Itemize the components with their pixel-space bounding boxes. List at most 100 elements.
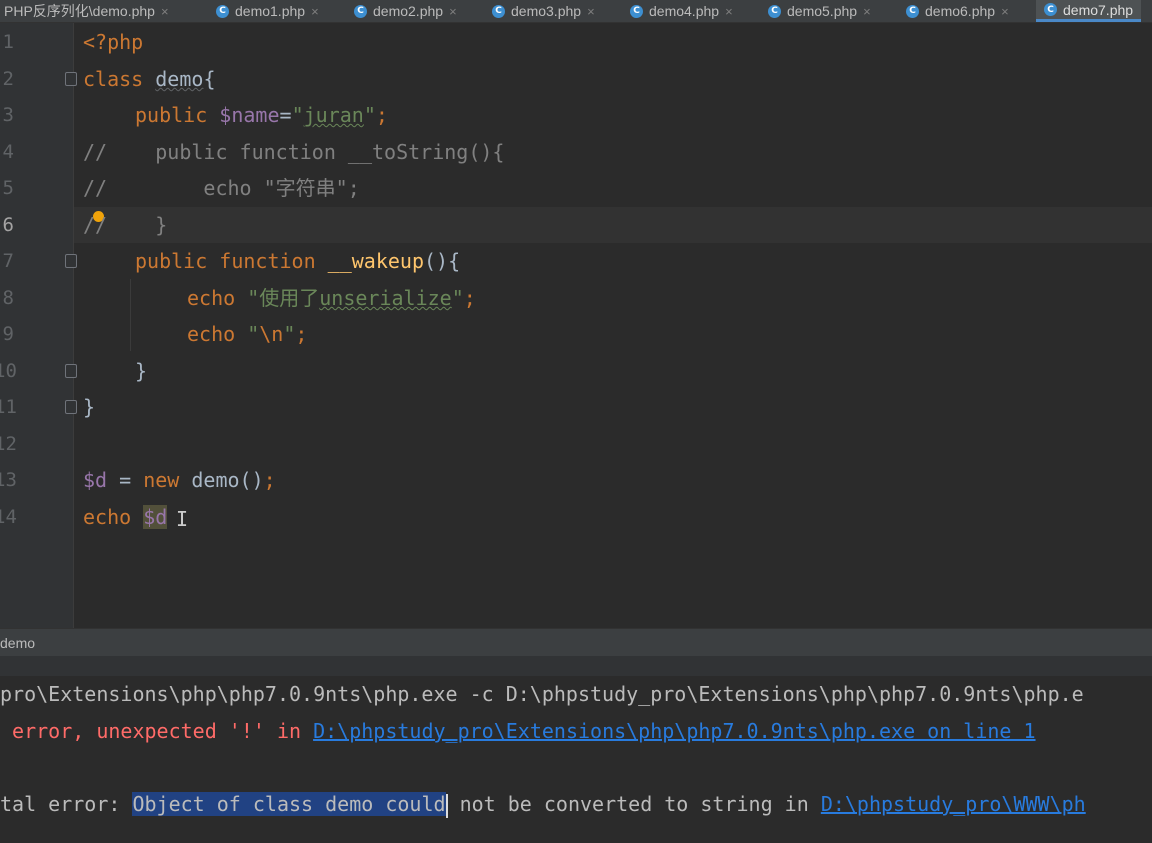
tab-label: demo6.php	[925, 3, 996, 19]
code-line-5-comment[interactable]: // echo "字符串";	[83, 170, 360, 206]
code-line-2[interactable]: class demo{	[83, 61, 215, 97]
php-class-icon: C	[906, 4, 919, 18]
tab-php-deserialize-demo[interactable]: PHP反序列化\demo.php ×	[4, 0, 169, 22]
code-line-3[interactable]: public $name="juran";	[135, 97, 388, 133]
tab-label: demo5.php	[787, 3, 858, 19]
string-quote: "	[247, 322, 260, 346]
variable: $d	[83, 468, 108, 492]
semicolon: ;	[263, 468, 276, 492]
fold-end-marker-icon[interactable]	[65, 364, 77, 378]
line-number: 4	[2, 141, 14, 163]
line-number-gutter[interactable]: 1 2 3 4 5 6 7 8 9 10 11 12 13 14	[0, 23, 77, 628]
string-value: unserialize	[319, 286, 452, 310]
string-quote: "	[283, 322, 296, 346]
line-number: 2	[2, 68, 14, 90]
line-number: 3	[2, 104, 14, 126]
selected-text[interactable]: Object of class demo could	[132, 792, 446, 816]
code-line-10[interactable]: }	[135, 353, 147, 389]
line-number: 5	[2, 177, 14, 199]
code-line-9[interactable]: echo "\n";	[187, 316, 307, 352]
tab-label: PHP反序列化\demo.php	[4, 3, 155, 19]
tab-label: demo7.php	[1063, 1, 1134, 18]
keyword: new	[143, 468, 180, 492]
console-command-line: pro\Extensions\php\php7.0.9nts\php.exe -…	[0, 682, 1084, 706]
tab-label: demo2.php	[373, 3, 444, 19]
php-class-icon: C	[768, 4, 781, 18]
constructor-call: demo()	[179, 468, 264, 492]
code-line-8[interactable]: echo "使用了unserialize";	[187, 280, 476, 316]
php-class-icon: C	[630, 4, 643, 18]
semicolon: ;	[295, 322, 308, 346]
fold-marker-icon[interactable]	[65, 254, 77, 268]
tab-demo2[interactable]: C demo2.php ×	[354, 0, 457, 22]
keyword: echo	[187, 322, 236, 346]
comment-text: / echo "字符串";	[95, 176, 360, 200]
tab-demo4[interactable]: C demo4.php ×	[630, 0, 733, 22]
close-icon[interactable]: ×	[587, 4, 595, 19]
tab-demo5[interactable]: C demo5.php ×	[768, 0, 871, 22]
line-number: 14	[0, 506, 17, 528]
close-icon[interactable]: ×	[725, 4, 733, 19]
line-number-current: 6	[2, 214, 14, 236]
close-icon[interactable]: ×	[161, 4, 169, 19]
code-line-7[interactable]: public function __wakeup(){	[135, 243, 460, 279]
run-panel-header: demo	[0, 628, 1152, 657]
run-console-output[interactable]: pro\Extensions\php\php7.0.9nts\php.exe -…	[0, 676, 1152, 843]
php-class-icon: C	[1044, 3, 1057, 16]
line-number: 9	[2, 323, 14, 345]
close-icon[interactable]: ×	[449, 4, 457, 19]
code-line-4-comment[interactable]: // public function __toString(){	[83, 134, 504, 170]
line-number: 8	[2, 287, 14, 309]
operator: =	[107, 468, 144, 492]
class-name: demo	[155, 67, 204, 91]
line-number: 7	[2, 250, 14, 272]
code-line-11[interactable]: }	[83, 389, 95, 425]
tab-label: demo1.php	[235, 3, 306, 19]
tab-demo3[interactable]: C demo3.php ×	[492, 0, 595, 22]
close-icon[interactable]: ×	[863, 4, 871, 19]
line-number: 1	[2, 31, 14, 53]
php-class-icon: C	[492, 4, 505, 18]
operator: =	[279, 103, 292, 127]
error-text: not be converted to string in	[447, 792, 821, 816]
function-name: __wakeup	[327, 249, 424, 273]
keyword: public	[135, 249, 208, 273]
php-class-icon: C	[354, 4, 367, 18]
variable: $name	[219, 103, 280, 127]
code-editor[interactable]: 1 2 3 4 5 6 7 8 9 10 11 12 13 14 <?php c…	[0, 23, 1152, 628]
tab-demo7-active[interactable]: C demo7.php	[1036, 0, 1142, 22]
tab-demo6[interactable]: C demo6.php ×	[906, 0, 1009, 22]
line-number: 11	[0, 396, 17, 418]
keyword: echo	[83, 505, 132, 529]
console-parse-error: error, unexpected '!' in D:\phpstudy_pro…	[0, 713, 1036, 749]
tab-demo1[interactable]: C demo1.php ×	[216, 0, 319, 22]
code-line-14[interactable]: echo $d	[83, 499, 168, 535]
text-cursor-icon: I	[176, 507, 189, 531]
code-line-6-comment[interactable]: // }	[83, 207, 167, 243]
close-icon[interactable]: ×	[1001, 4, 1009, 19]
close-icon[interactable]: ×	[311, 4, 319, 19]
line-number: 13	[0, 469, 17, 491]
escape-sequence: \n	[259, 322, 284, 346]
semicolon: ;	[375, 103, 388, 127]
current-line-highlight	[74, 207, 1152, 243]
run-config-title[interactable]: demo	[0, 629, 35, 657]
php-class-icon: C	[216, 4, 229, 18]
error-text: error, unexpected '!' in	[0, 719, 314, 743]
file-link[interactable]: D:\phpstudy_pro\Extensions\php\php7.0.9n…	[313, 719, 1035, 743]
code-line-1[interactable]: <?php	[83, 24, 143, 60]
keyword: class	[83, 67, 144, 91]
keyword: public	[135, 103, 208, 127]
tab-label: demo3.php	[511, 3, 582, 19]
string-quote: "	[363, 103, 376, 127]
fold-marker-icon[interactable]	[65, 72, 77, 86]
code-line-13[interactable]: $d = new demo();	[83, 462, 276, 498]
file-link[interactable]: D:\phpstudy_pro\WWW\ph	[821, 792, 1086, 816]
line-number: 10	[0, 360, 17, 382]
string-value: "使用了	[247, 286, 320, 310]
indent-guide	[130, 279, 131, 351]
keyword: echo	[187, 286, 236, 310]
fold-end-marker-icon[interactable]	[65, 400, 77, 414]
keyword: function	[219, 249, 316, 273]
semicolon: ;	[463, 286, 476, 310]
